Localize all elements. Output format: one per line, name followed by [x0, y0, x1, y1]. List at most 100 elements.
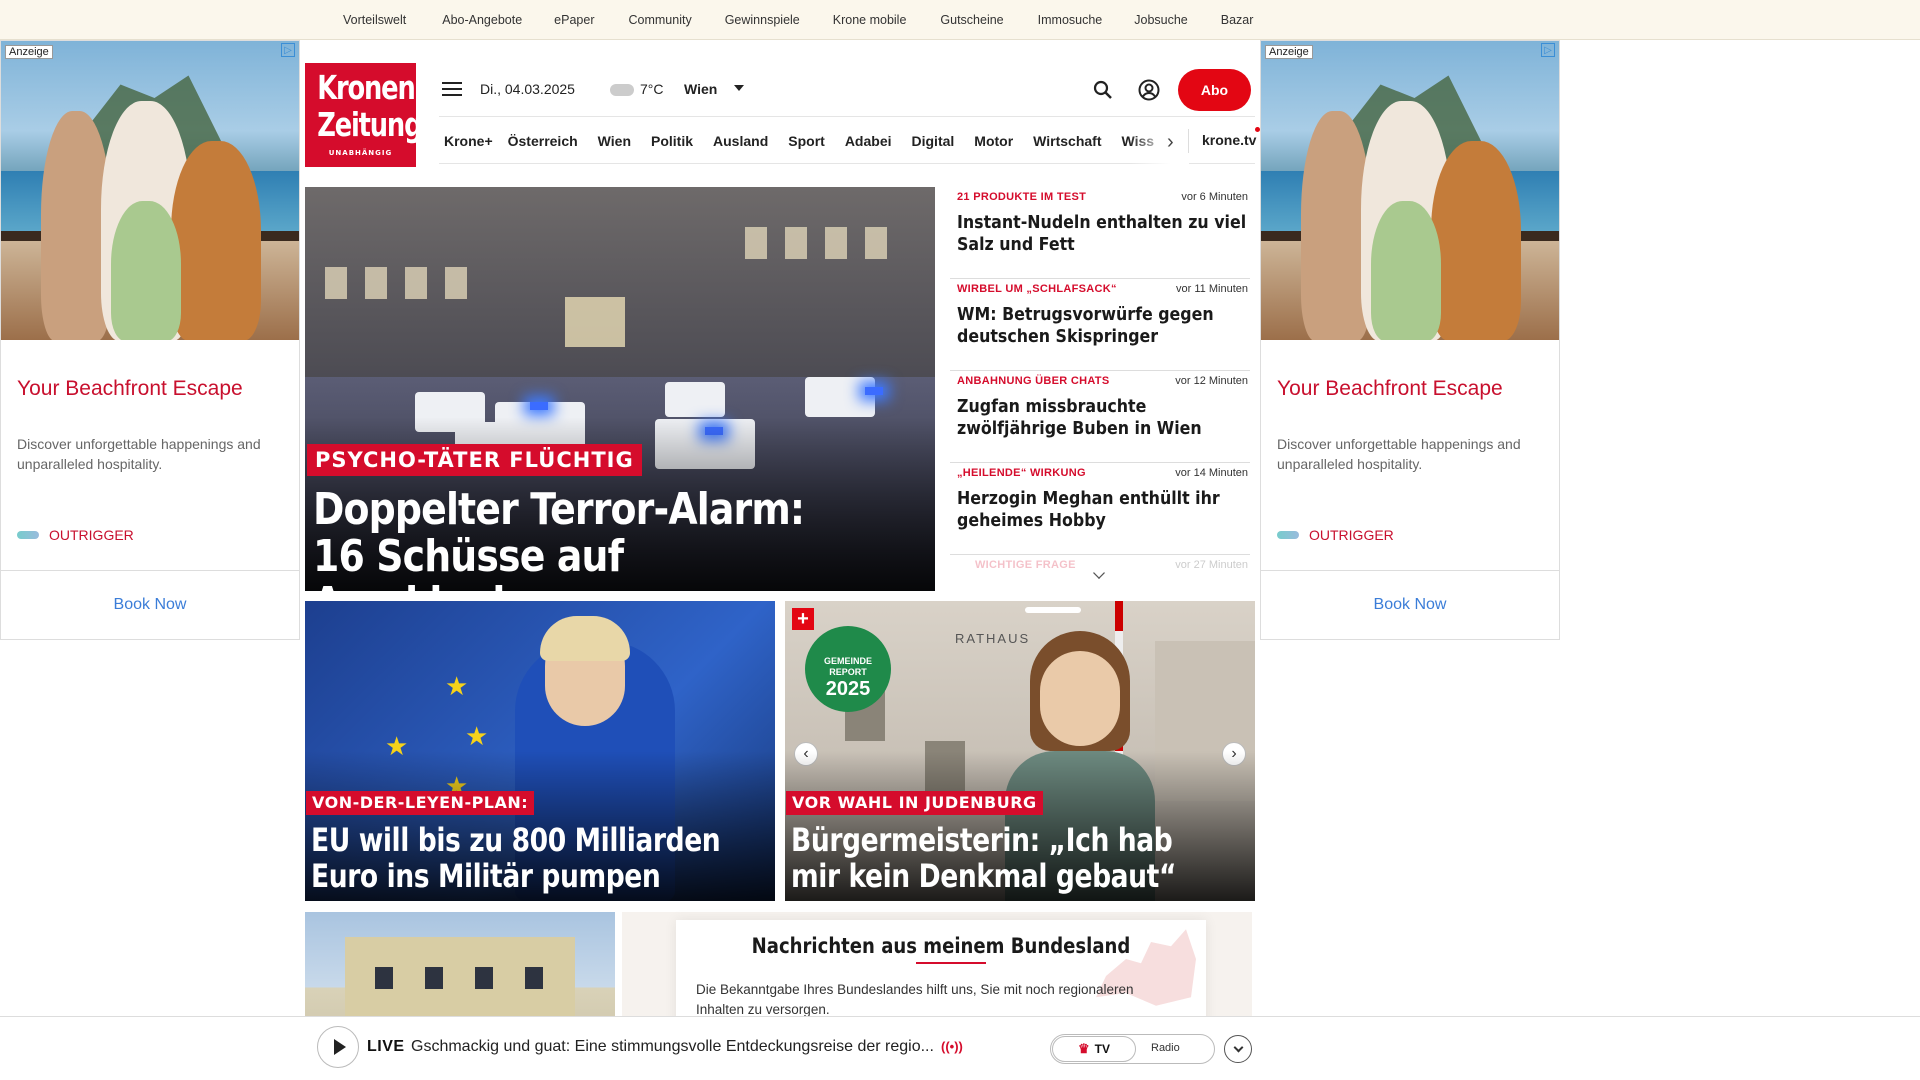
abo-button[interactable]: Abo	[1178, 69, 1251, 111]
service-link-vorteilswelt[interactable]: Vorteilswelt	[343, 13, 406, 27]
chevron-down-icon[interactable]	[734, 85, 744, 91]
service-link-abo-angebote[interactable]: Abo-Angebote	[442, 13, 522, 27]
gemeinde-report-badge: GEMEINDE REPORT 2025	[805, 626, 891, 712]
list-item[interactable]: WIRBEL UM „SCHLAFSACK“ vor 11 Minuten WM…	[950, 279, 1250, 371]
service-link-krone-mobile[interactable]: Krone mobile	[833, 13, 907, 27]
hero-headline-line-2: 16 Schüsse auf Amoklenker	[313, 531, 624, 591]
card-kicker[interactable]: VOR WAHL IN JUDENBURG	[786, 791, 1043, 815]
list-item-time: vor 11 Minuten	[1176, 283, 1248, 295]
ad-image[interactable]	[1261, 41, 1559, 340]
ad-label: Anzeige	[5, 45, 53, 59]
ad-brand-name: OUTRIGGER	[1309, 527, 1394, 543]
chevron-down-icon[interactable]	[1224, 1035, 1252, 1063]
ad-brand-name: OUTRIGGER	[49, 527, 134, 543]
service-link-community[interactable]: Community	[628, 13, 691, 27]
temperature: 7°C	[640, 81, 664, 97]
hero-kicker[interactable]: PSYCHO-TÄTER FLÜCHTIG	[307, 444, 642, 476]
ad-image[interactable]	[1, 41, 299, 340]
list-item-time: vor 27 Minuten	[1175, 559, 1248, 571]
tv-radio-toggle[interactable]: ♛ TV Radio	[1050, 1034, 1215, 1064]
ad-left[interactable]: Anzeige ▷ Your Beachfront Escape Discove…	[0, 40, 300, 640]
list-item-title[interactable]: Herzogin Meghan enthüllt ihr geheimes Ho…	[957, 488, 1247, 532]
nav-item-ausland[interactable]: Ausland	[713, 133, 768, 149]
service-link-immosuche[interactable]: Immosuche	[1038, 13, 1103, 27]
chevron-right-icon[interactable]: ›	[1167, 131, 1174, 154]
nav-item-sport[interactable]: Sport	[788, 133, 825, 149]
live-dot-icon	[1255, 127, 1260, 132]
crown-icon: ♛	[1078, 1041, 1090, 1056]
article-card-judenburg[interactable]: RATHAUS + GEMEINDE REPORT 2025 ‹ › VOR W…	[785, 601, 1255, 901]
ad-book-now-button[interactable]: Book Now	[1, 570, 299, 639]
live-title[interactable]: Gschmackig und guat: Eine stimmungsvolle…	[411, 1038, 934, 1056]
nav-item-wirtschaft[interactable]: Wirtschaft	[1033, 133, 1101, 149]
card-headline[interactable]: Bürgermeisterin: „Ich hab mir kein Denkm…	[791, 822, 1255, 894]
live-player-bar: LIVE Gschmackig und guat: Eine stimmungs…	[0, 1016, 1920, 1080]
ad-right[interactable]: Anzeige ▷ Your Beachfront Escape Discove…	[1260, 40, 1560, 640]
ad-book-now-button[interactable]: Book Now	[1261, 570, 1559, 639]
main-navigation: Krone+ Österreich Wien Politik Ausland S…	[439, 116, 1260, 165]
list-item-kicker: WICHTIGE FRAGE	[975, 559, 1076, 571]
card-headline-line-2: Euro ins Militär pumpen	[311, 857, 661, 895]
nav-item-adabei[interactable]: Adabei	[845, 133, 892, 149]
list-item-kicker: ANBAHNUNG ÜBER CHATS	[957, 375, 1110, 387]
service-link-jobsuche[interactable]: Jobsuche	[1134, 13, 1188, 27]
card-headline-line-2: mir kein Denkmal gebaut“	[791, 857, 1176, 895]
bundesland-text: Die Bekanntgabe Ihres Bundeslandes hilft…	[696, 982, 1134, 1017]
list-item-title[interactable]: WM: Betrugsvorwürfe gegen deutschen Skis…	[957, 304, 1247, 348]
carousel-indicator	[1025, 607, 1081, 613]
card-headline-line-1: EU will bis zu 800 Milliarden	[311, 821, 721, 859]
nav-items: Krone+ Österreich Wien Politik Ausland S…	[439, 117, 1154, 165]
article-card-eu[interactable]: ★ ★ ★ ★ VON-DER-LEYEN-PLAN: EU will bis …	[305, 601, 775, 901]
list-item-kicker: „HEILENDE“ WIRKUNG	[957, 467, 1086, 479]
krone-plus-icon: +	[792, 608, 814, 630]
ad-description: Discover unforgettable happenings and un…	[1277, 436, 1521, 472]
hero-headline-line-1: Doppelter Terror-Alarm:	[313, 484, 805, 535]
current-date: Di., 04.03.2025	[480, 81, 575, 97]
hero-article[interactable]: PSYCHO-TÄTER FLÜCHTIG Doppelter Terror-A…	[305, 187, 935, 591]
site-header: Kronen Zeitung UNABHÄNGIG Di., 04.03.202…	[305, 40, 1260, 170]
play-button[interactable]	[317, 1026, 359, 1068]
ad-choices-icon[interactable]: ▷	[281, 43, 295, 57]
nav-item-krone-tv[interactable]: krone.tv	[1202, 132, 1256, 148]
card-kicker[interactable]: VON-DER-LEYEN-PLAN:	[306, 791, 535, 815]
nav-item-krone-plus[interactable]: Krone+	[444, 133, 493, 149]
ad-title[interactable]: Your Beachfront Escape	[1277, 377, 1503, 401]
hero-headline[interactable]: Doppelter Terror-Alarm: 16 Schüsse auf A…	[313, 486, 846, 591]
menu-icon[interactable]	[442, 82, 462, 98]
service-link-bazar[interactable]: Bazar	[1221, 13, 1254, 27]
service-link-gutscheine[interactable]: Gutscheine	[940, 13, 1003, 27]
service-links: Vorteilswelt Abo-Angebote ePaper Communi…	[343, 0, 1253, 40]
live-label: LIVE	[367, 1038, 405, 1055]
list-item[interactable]: ANBAHNUNG ÜBER CHATS vor 12 Minuten Zugf…	[950, 371, 1250, 463]
list-item[interactable]: 21 PRODUKTE IM TEST vor 6 Minuten Instan…	[950, 187, 1250, 279]
list-item[interactable]: „HEILENDE“ WIRKUNG vor 14 Minuten Herzog…	[950, 463, 1250, 555]
service-link-epaper[interactable]: ePaper	[554, 13, 594, 27]
card-headline-line-1: Bürgermeisterin: „Ich hab	[791, 821, 1173, 859]
ad-brand[interactable]: OUTRIGGER	[1277, 527, 1394, 543]
search-icon[interactable]	[1092, 79, 1114, 101]
list-item-title[interactable]: Zugfan missbrauchte zwölfjährige Buben i…	[957, 396, 1247, 440]
city-selector[interactable]: Wien	[684, 81, 717, 97]
radio-toggle-option[interactable]: Radio	[1151, 1042, 1180, 1054]
badge-line-1: GEMEINDE	[823, 656, 872, 666]
nav-item-oesterreich[interactable]: Österreich	[508, 133, 578, 149]
play-icon	[333, 1039, 346, 1055]
list-item-title[interactable]: Instant-Nudeln enthalten zu viel Salz un…	[957, 212, 1247, 256]
list-item-time: vor 14 Minuten	[1175, 467, 1248, 479]
ad-title[interactable]: Your Beachfront Escape	[17, 377, 243, 401]
service-bar: Vorteilswelt Abo-Angebote ePaper Communi…	[0, 0, 1920, 40]
cloud-icon	[610, 84, 634, 96]
ad-choices-icon[interactable]: ▷	[1541, 43, 1555, 57]
nav-item-wien[interactable]: Wien	[598, 133, 631, 149]
nav-item-digital[interactable]: Digital	[912, 133, 955, 149]
logo-tagline: UNABHÄNGIG	[328, 149, 393, 157]
card-headline[interactable]: EU will bis zu 800 Milliarden Euro ins M…	[311, 822, 775, 894]
service-link-gewinnspiele[interactable]: Gewinnspiele	[725, 13, 800, 27]
broadcast-icon: ((•))	[941, 1039, 963, 1054]
user-icon[interactable]	[1138, 79, 1160, 101]
kronen-zeitung-logo[interactable]: Kronen Zeitung UNABHÄNGIG	[305, 63, 423, 167]
nav-item-motor[interactable]: Motor	[974, 133, 1013, 149]
nav-item-politik[interactable]: Politik	[651, 133, 693, 149]
tv-toggle-option[interactable]: ♛ TV	[1052, 1036, 1136, 1062]
ad-brand[interactable]: OUTRIGGER	[17, 527, 134, 543]
